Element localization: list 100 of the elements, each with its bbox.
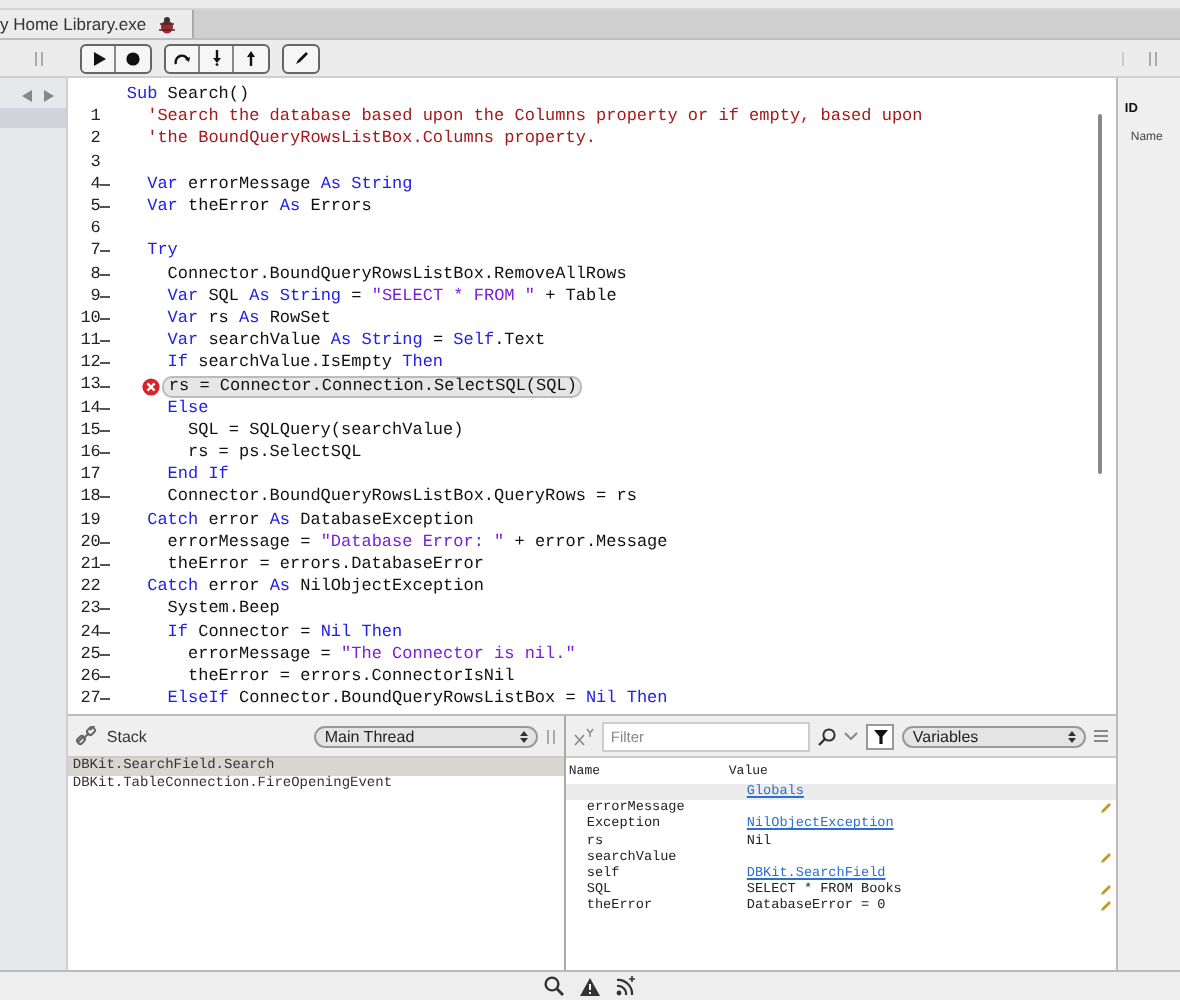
line-number: 7 bbox=[88, 240, 101, 263]
code-line: errorMessage = "Database Error: " + error.Message bbox=[165, 531, 668, 554]
panel-title: Stack bbox=[106, 727, 147, 745]
fold-mark[interactable] bbox=[100, 452, 111, 455]
line-number: 2 bbox=[88, 128, 101, 152]
highlighted-code-line: rs = Connector.Connection.SelectSQL(SQL) bbox=[162, 375, 583, 398]
updown-icon bbox=[520, 729, 529, 743]
line-number: 8 bbox=[88, 263, 101, 286]
line-number: 17 bbox=[78, 464, 101, 487]
fold-mark[interactable] bbox=[100, 631, 111, 634]
code-editor[interactable] bbox=[68, 78, 1117, 714]
menu-icon bbox=[1094, 730, 1109, 742]
feed-button[interactable] bbox=[616, 976, 636, 996]
line-number: 12 bbox=[78, 352, 101, 375]
edit-value-button[interactable] bbox=[1100, 884, 1113, 897]
line-number: 23 bbox=[78, 598, 101, 621]
code-line: 'the BoundQueryRowsListBox.Columns property. bbox=[145, 128, 597, 152]
code-line: Var rs As RowSet bbox=[165, 307, 331, 331]
line-number: 15 bbox=[78, 419, 101, 442]
fold-mark[interactable] bbox=[100, 317, 111, 320]
line-number: 19 bbox=[78, 509, 101, 532]
curved-arrow-icon bbox=[174, 51, 190, 65]
code-line: Var searchValue As String = Self.Text bbox=[165, 330, 546, 353]
fold-mark[interactable] bbox=[100, 429, 111, 432]
code-line: Else bbox=[165, 397, 209, 420]
chevron-down-icon bbox=[844, 732, 859, 740]
down-arrow-icon bbox=[211, 50, 221, 66]
grip-icon bbox=[546, 729, 557, 743]
line-number: 11 bbox=[78, 330, 101, 353]
code-line: Connector.BoundQueryRowsListBox.QueryRows = rs bbox=[165, 486, 637, 510]
line-number: 18 bbox=[78, 486, 101, 510]
document-tab[interactable]: y Home Library.exe bbox=[0, 10, 195, 38]
fold-mark[interactable] bbox=[100, 407, 111, 410]
code-line: System.Beep bbox=[165, 598, 280, 621]
edit-value-button[interactable] bbox=[1100, 802, 1113, 815]
line-number: 3 bbox=[88, 151, 101, 174]
fold-mark[interactable] bbox=[100, 541, 111, 544]
line-number: 21 bbox=[78, 553, 101, 577]
fold-mark[interactable] bbox=[100, 496, 111, 499]
line-number: 6 bbox=[88, 218, 101, 241]
code-line: Var theError As Errors bbox=[145, 195, 372, 219]
back-arrow-icon bbox=[22, 90, 33, 102]
pencil-icon bbox=[293, 50, 309, 66]
up-arrow-icon bbox=[246, 50, 256, 66]
menu-button[interactable] bbox=[1094, 730, 1109, 742]
code-line: Var SQL As String = "SELECT * FROM " + Table bbox=[165, 285, 617, 308]
line-number: 27 bbox=[78, 688, 101, 711]
code-line: Connector.BoundQueryRowsListBox.RemoveAllRows bbox=[165, 263, 627, 286]
code-line: Catch error As DatabaseException bbox=[145, 509, 474, 532]
line-number: 26 bbox=[78, 665, 101, 689]
line-number: 5 bbox=[88, 195, 101, 219]
line-number: 25 bbox=[78, 643, 101, 666]
play-icon bbox=[91, 51, 105, 65]
line-number: 14 bbox=[78, 397, 101, 420]
circle-icon bbox=[126, 51, 140, 65]
filter-button[interactable] bbox=[866, 723, 895, 749]
fold-mark[interactable] bbox=[100, 608, 111, 611]
line-number: 16 bbox=[78, 442, 101, 465]
line-number: 13 bbox=[78, 374, 101, 398]
fold-mark[interactable] bbox=[100, 183, 111, 186]
fold-mark[interactable] bbox=[100, 653, 111, 656]
forward-arrow-icon bbox=[44, 90, 55, 102]
fold-mark[interactable] bbox=[100, 675, 111, 678]
code-line: theError = errors.DatabaseError bbox=[165, 553, 484, 577]
code-line: If searchValue.IsEmpty Then bbox=[165, 352, 444, 375]
fold-mark[interactable] bbox=[100, 340, 111, 343]
warnings-button[interactable] bbox=[580, 977, 600, 995]
filter-options-button[interactable] bbox=[844, 732, 859, 740]
search-icon bbox=[818, 727, 837, 745]
fold-mark[interactable] bbox=[100, 273, 111, 276]
code-line: ElseIf Connector.BoundQueryRowsListBox = Nil Then bbox=[165, 688, 668, 711]
search-button[interactable] bbox=[544, 976, 564, 996]
fold-mark[interactable] bbox=[100, 295, 111, 298]
line-number: 20 bbox=[78, 531, 101, 554]
fold-mark[interactable] bbox=[100, 698, 111, 701]
fold-mark[interactable] bbox=[100, 362, 111, 365]
signal-waves-icon bbox=[616, 976, 636, 996]
search-icon bbox=[544, 976, 564, 996]
edit-value-button[interactable] bbox=[1100, 900, 1113, 913]
code-line: theError = errors.ConnectorIsNil bbox=[185, 665, 515, 689]
pencil-icon bbox=[1100, 851, 1113, 864]
line-number: 10 bbox=[78, 307, 101, 331]
link-icon bbox=[76, 726, 99, 746]
line-number: 22 bbox=[78, 576, 101, 599]
fold-mark[interactable] bbox=[100, 564, 111, 567]
code-line: 'Search the database based upon the Columns property or if empty, based upon bbox=[145, 106, 923, 129]
code-line: Try bbox=[145, 240, 178, 263]
scope-dropdown[interactable]: Variables bbox=[902, 725, 1087, 747]
code-line: If Connector = Nil Then bbox=[165, 621, 403, 644]
edit-value-button[interactable] bbox=[1100, 851, 1113, 864]
bug-icon bbox=[158, 15, 177, 33]
fold-mark[interactable] bbox=[100, 385, 111, 388]
thread-dropdown[interactable]: Main Thread bbox=[314, 725, 539, 747]
line-number: 1 bbox=[88, 106, 101, 129]
fold-mark[interactable] bbox=[100, 250, 111, 253]
code-line: Var errorMessage As String bbox=[145, 173, 413, 196]
fold-mark[interactable] bbox=[100, 206, 111, 209]
error-icon bbox=[142, 377, 161, 396]
grip-icon bbox=[33, 51, 43, 65]
grip-icon bbox=[1147, 51, 1157, 65]
